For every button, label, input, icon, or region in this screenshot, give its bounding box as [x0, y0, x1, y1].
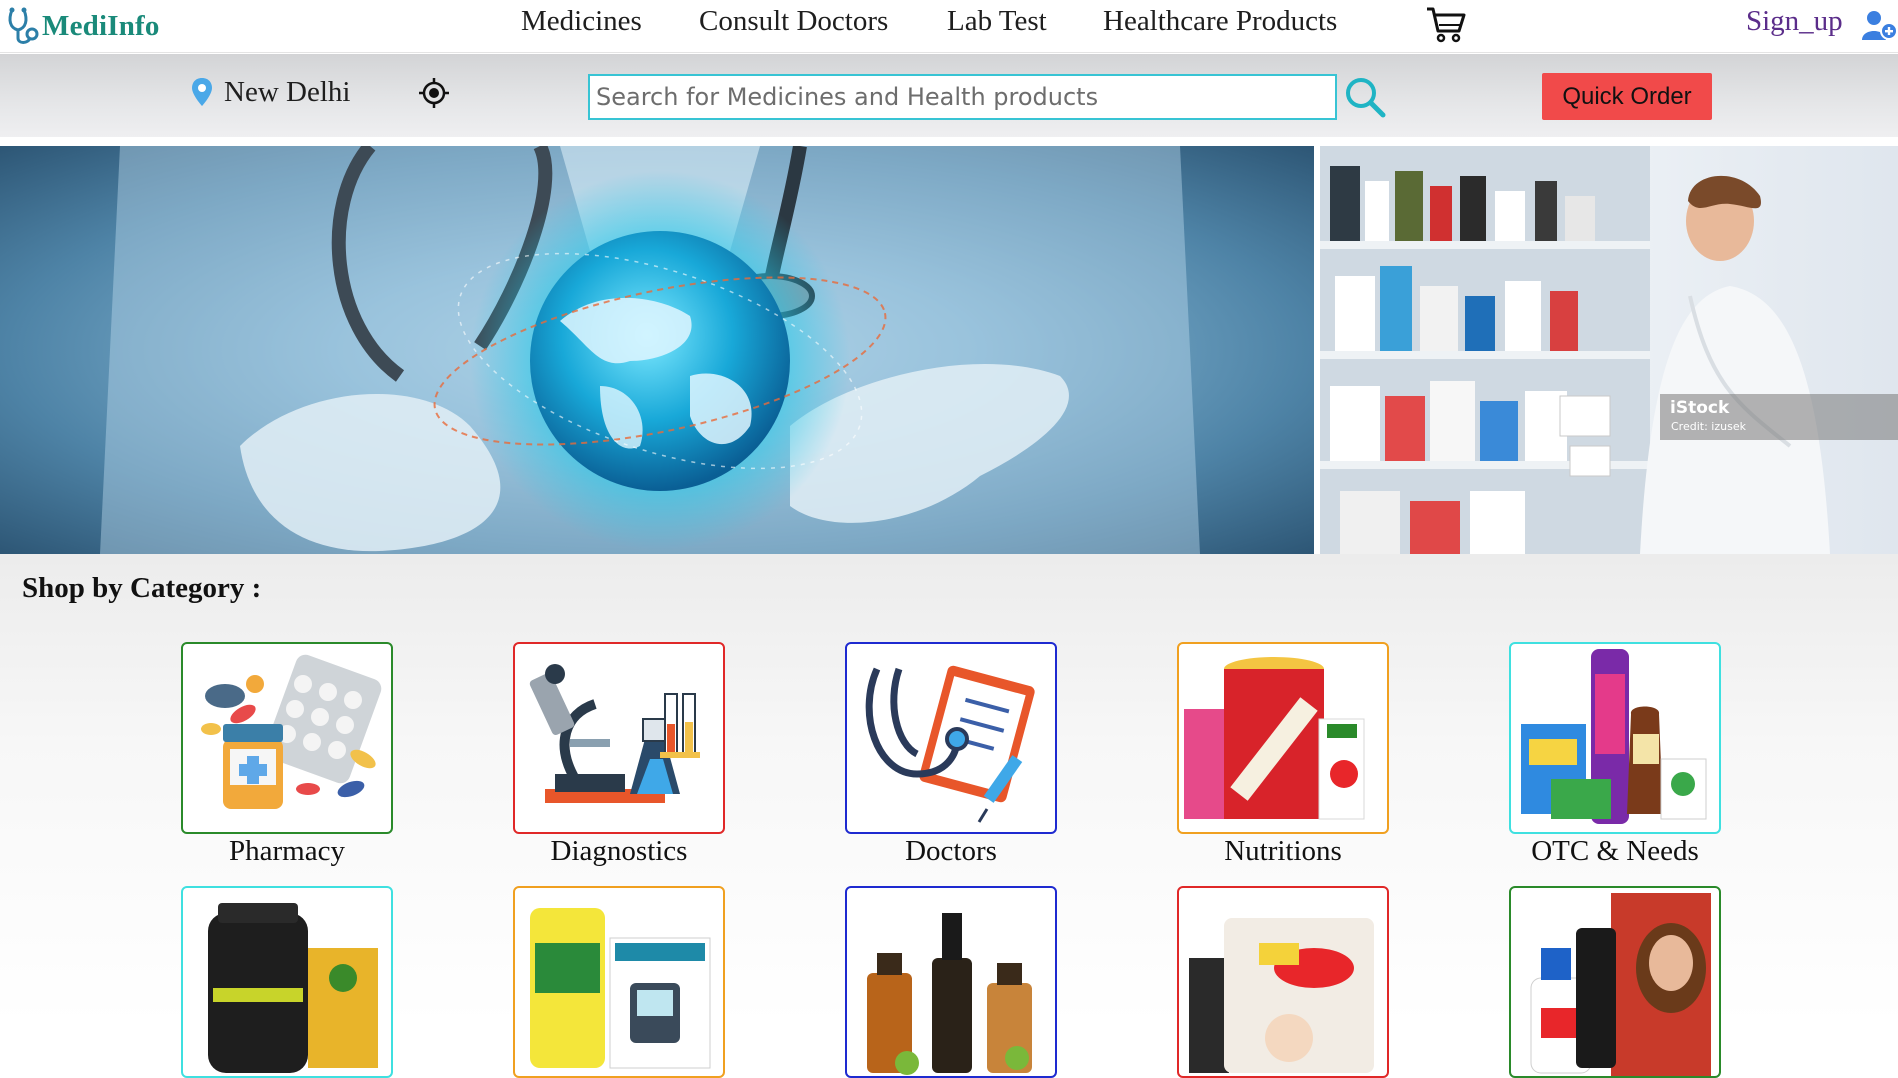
- protein-supplements-icon: [208, 903, 378, 1073]
- baby-care-icon: [1189, 918, 1374, 1073]
- brand-name: MediInfo: [42, 9, 160, 42]
- shop-by-category-section: Shop by Category : Pharmacy Diagnostics …: [0, 554, 1898, 1078]
- category-diagnostics[interactable]: Diagnostics: [513, 642, 725, 868]
- pills-icon: [201, 654, 382, 809]
- category-tile-sports-nutrition[interactable]: [181, 886, 393, 1078]
- category-nutritions[interactable]: Nutritions: [1177, 642, 1389, 868]
- category-tile[interactable]: [513, 886, 725, 1078]
- category-tile[interactable]: [181, 642, 393, 834]
- essential-oil-bottles-icon: [867, 913, 1032, 1075]
- nav-consult-doctors[interactable]: Consult Doctors: [699, 5, 888, 38]
- category-label: Doctors: [905, 835, 997, 867]
- user-add-icon[interactable]: [1862, 10, 1898, 40]
- crosshair-icon[interactable]: [419, 78, 449, 108]
- diabetes-care-icon: [530, 908, 711, 1069]
- category-label: Pharmacy: [229, 835, 345, 867]
- location-pin-icon: [192, 78, 212, 106]
- category-tile-personal-care[interactable]: [1509, 886, 1721, 1078]
- category-tile[interactable]: [845, 886, 1057, 1078]
- istock-watermark: iStock: [1670, 398, 1730, 418]
- nav-lab-test[interactable]: Lab Test: [947, 5, 1047, 38]
- quick-order-button[interactable]: Quick Order: [1542, 73, 1712, 120]
- category-heading: Shop by Category :: [22, 572, 262, 604]
- category-tile-baby-care[interactable]: [1177, 886, 1389, 1078]
- search-icon[interactable]: [1344, 76, 1386, 118]
- category-pharmacy[interactable]: Pharmacy: [181, 642, 393, 868]
- category-doctors[interactable]: Doctors: [845, 642, 1057, 868]
- personal-care-icon: [1530, 893, 1711, 1076]
- category-tile-diabetes-care[interactable]: [513, 886, 725, 1078]
- category-label: OTC & Needs: [1531, 835, 1699, 867]
- category-label: Diagnostics: [550, 835, 688, 867]
- brand-logo[interactable]: MediInfo: [6, 6, 160, 46]
- category-tile[interactable]: [513, 642, 725, 834]
- nav-healthcare-products[interactable]: Healthcare Products: [1103, 5, 1337, 38]
- nav-medicines[interactable]: Medicines: [521, 5, 642, 38]
- top-navbar: MediInfo Medicines Consult Doctors Lab T…: [0, 0, 1898, 53]
- nutrition-products-icon: [1184, 657, 1365, 820]
- category-tile[interactable]: [181, 886, 393, 1078]
- current-city[interactable]: New Delhi: [224, 76, 350, 109]
- category-tile-ayurveda[interactable]: [845, 886, 1057, 1078]
- clipboard-stethoscope-icon: [865, 665, 1035, 823]
- category-tile[interactable]: [1177, 886, 1389, 1078]
- pharmacist-illustration: [1320, 146, 1830, 554]
- otc-products-icon: [1521, 649, 1707, 824]
- microscope-icon: [529, 664, 700, 803]
- doctor-globe-illustration: [100, 146, 1200, 554]
- category-otc-needs[interactable]: OTC & Needs: [1509, 642, 1721, 868]
- category-tile[interactable]: [1177, 642, 1389, 834]
- hero-banner-globe[interactable]: [0, 146, 1314, 554]
- category-tile[interactable]: [1509, 642, 1721, 834]
- signup-link[interactable]: Sign_up: [1746, 5, 1843, 38]
- cart-icon[interactable]: [1425, 5, 1467, 43]
- category-tile[interactable]: [1509, 886, 1721, 1078]
- search-input[interactable]: [588, 74, 1337, 120]
- stethoscope-logo-icon: [8, 7, 39, 44]
- image-credit: Credit: izusek: [1671, 420, 1746, 433]
- hero-banner-pharmacist[interactable]: iStock Credit: izusek: [1320, 146, 1898, 554]
- category-tile[interactable]: [845, 642, 1057, 834]
- search-strip: New Delhi Quick Order: [0, 54, 1898, 137]
- category-label: Nutritions: [1224, 835, 1342, 867]
